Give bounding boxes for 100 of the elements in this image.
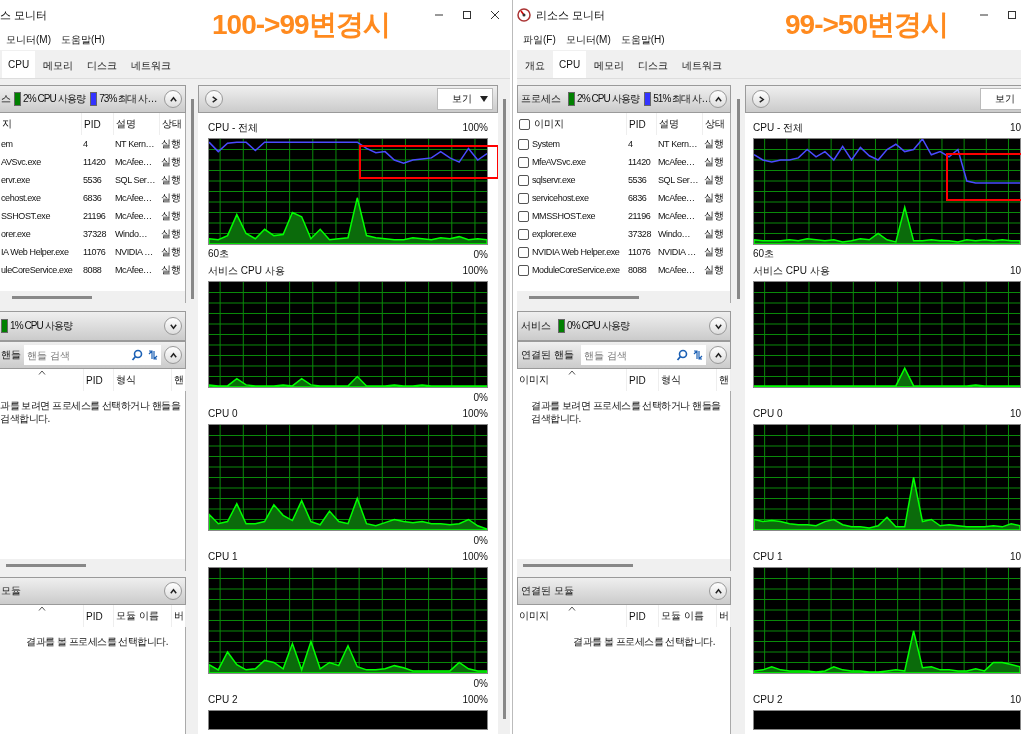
table-cell: 실행: [704, 155, 724, 169]
legend-label: 0% CPU 사용량: [567, 319, 630, 333]
chevron-up-icon[interactable]: [713, 350, 723, 360]
scrollbar-thumb[interactable]: [736, 99, 740, 299]
column-header[interactable]: 이미지: [519, 373, 549, 387]
expand-button[interactable]: [205, 90, 223, 108]
search-field[interactable]: 핸들 검색: [24, 345, 129, 365]
maximize-icon[interactable]: [462, 10, 472, 20]
section-header[interactable]: 서비스 0% CPU 사용량: [517, 311, 731, 341]
collapse-button[interactable]: [164, 582, 182, 600]
scrollbar-thumb[interactable]: [6, 563, 86, 567]
refresh-button[interactable]: [145, 345, 161, 365]
scrollbar-thumb[interactable]: [12, 295, 92, 299]
column-header[interactable]: 지: [2, 117, 12, 131]
maximize-icon[interactable]: [1007, 10, 1017, 20]
expand-button[interactable]: [752, 90, 770, 108]
axis-tick-label: 10: [1009, 694, 1021, 705]
refresh-icon[interactable]: [692, 349, 704, 361]
scrollbar-thumb[interactable]: [190, 99, 194, 299]
expand-button[interactable]: [709, 317, 727, 335]
close-icon[interactable]: [490, 10, 500, 20]
table-cell: NT Kern…: [658, 139, 698, 149]
section-header[interactable]: 1% CPU 사용량: [0, 311, 186, 341]
column-header[interactable]: PID: [629, 610, 646, 622]
refresh-icon[interactable]: [147, 349, 159, 361]
scrollbar-thumb[interactable]: [502, 99, 506, 719]
tab[interactable]: CPU: [2, 51, 36, 78]
section-header[interactable]: 스 2% CPU 사용량 73% 최대 사…: [0, 85, 186, 113]
column-header[interactable]: 버: [719, 609, 729, 623]
search-field[interactable]: 핸들 검색: [580, 345, 674, 365]
column-header[interactable]: 핸: [719, 373, 729, 387]
collapse-button[interactable]: [709, 582, 727, 600]
collapse-button[interactable]: [709, 346, 727, 364]
view-dropdown[interactable]: 보기: [980, 88, 1021, 110]
column-header[interactable]: 이미지: [534, 117, 564, 131]
search-icon[interactable]: [131, 349, 143, 361]
axis-tick-label: 10: [1009, 122, 1021, 133]
scrollbar-thumb[interactable]: [523, 563, 633, 567]
column-header[interactable]: 상태: [162, 117, 182, 131]
checkbox[interactable]: [518, 174, 529, 186]
column-header[interactable]: PID: [86, 610, 103, 622]
chevron-up-icon[interactable]: [713, 94, 723, 104]
dropdown-arrow-icon[interactable]: [480, 96, 488, 102]
column-header[interactable]: PID: [629, 118, 646, 130]
chevron-right-icon[interactable]: [756, 94, 766, 104]
table-cell: 8088: [628, 265, 647, 275]
checkbox[interactable]: [518, 192, 529, 204]
menu-item[interactable]: 모니터(M): [6, 33, 51, 47]
chevron-down-icon[interactable]: [168, 321, 178, 331]
menu-item[interactable]: 모니터(M): [565, 33, 611, 47]
chevron-down-icon[interactable]: [713, 321, 723, 331]
section-title: 서비스: [521, 319, 551, 333]
column-header[interactable]: 형식: [661, 373, 681, 387]
menu-item[interactable]: 파일(F): [523, 33, 556, 47]
column-header[interactable]: 설명: [116, 117, 136, 131]
tab[interactable]: CPU: [553, 51, 587, 78]
checkbox[interactable]: [518, 228, 529, 240]
checkbox[interactable]: [518, 138, 529, 150]
table-cell: 5536: [628, 175, 647, 185]
section-header[interactable]: 프로세스 2% CPU 사용량 51% 최대 사…: [517, 85, 731, 113]
collapse-button[interactable]: [164, 346, 182, 364]
scrollbar-thumb[interactable]: [529, 295, 639, 299]
chevron-up-icon[interactable]: [168, 586, 178, 596]
chevron-up-icon[interactable]: [168, 94, 178, 104]
column-header[interactable]: 핸: [174, 373, 184, 387]
refresh-button[interactable]: [690, 345, 706, 365]
section-header[interactable]: 연결된 모듈: [517, 577, 731, 605]
table-cell: McAfee…: [115, 193, 152, 203]
view-dropdown[interactable]: 보기: [437, 88, 493, 110]
column-header[interactable]: PID: [629, 374, 646, 386]
legend-label: 73% 최대 사…: [99, 92, 157, 106]
collapse-button[interactable]: [709, 90, 727, 108]
table-cell: McAfee…: [115, 157, 152, 167]
chevron-right-icon[interactable]: [209, 94, 219, 104]
menu-item[interactable]: 도움말(H): [620, 33, 665, 47]
checkbox[interactable]: [518, 246, 529, 258]
column-header[interactable]: PID: [84, 118, 101, 130]
section-header[interactable]: 핸들 핸들 검색: [0, 341, 186, 369]
column-header[interactable]: PID: [86, 374, 103, 386]
checkbox[interactable]: [518, 156, 529, 168]
checkbox[interactable]: [518, 264, 529, 276]
expand-button[interactable]: [164, 317, 182, 335]
section-header[interactable]: 모듈: [0, 577, 186, 605]
column-header[interactable]: 형식: [116, 373, 136, 387]
column-header[interactable]: 이미지: [519, 609, 549, 623]
empty-message: 결과를 볼 프로세스를 선택합니다.: [25, 635, 170, 648]
column-header[interactable]: 버: [174, 609, 184, 623]
section-header[interactable]: 연결된 핸들 핸들 검색: [517, 341, 731, 369]
chevron-up-icon[interactable]: [168, 350, 178, 360]
search-icon[interactable]: [676, 349, 688, 361]
chevron-up-icon[interactable]: [713, 586, 723, 596]
column-header[interactable]: 모듈 이름: [116, 609, 159, 623]
column-header[interactable]: 상태: [705, 117, 725, 131]
axis-tick-label: 100%: [462, 694, 488, 705]
column-header[interactable]: 설명: [659, 117, 679, 131]
checkbox[interactable]: [519, 118, 530, 130]
column-header[interactable]: 모듈 이름: [661, 609, 704, 623]
collapse-button[interactable]: [164, 90, 182, 108]
menu-item[interactable]: 도움말(H): [61, 33, 105, 47]
checkbox[interactable]: [518, 210, 529, 222]
